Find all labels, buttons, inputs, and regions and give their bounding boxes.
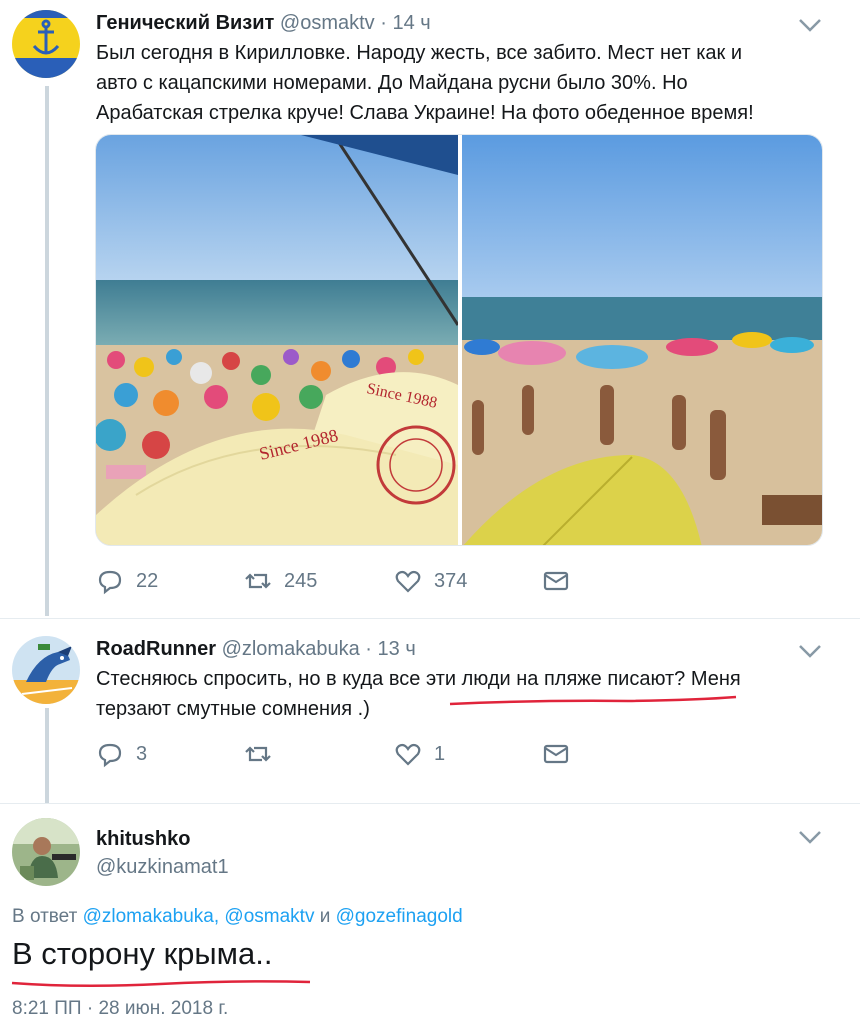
tweet2-time[interactable]: 13 ч [378, 638, 416, 660]
tweet1-retweet-count: 245 [284, 569, 318, 592]
retweet-button[interactable]: 245 [244, 565, 317, 597]
tweet1-author-name[interactable]: Генический Визит [96, 12, 274, 34]
tweet3-name-block: khitushko [96, 828, 190, 851]
red-underline-annotation [449, 695, 737, 706]
tweet1-handle[interactable]: @osmaktv [280, 12, 375, 34]
reply-mention-1[interactable]: @zlomakabuka, [83, 906, 220, 927]
chevron-down-icon[interactable] [798, 644, 822, 658]
dm-button[interactable] [542, 738, 570, 770]
tweet3-author-name[interactable]: khitushko [96, 828, 190, 850]
reply-button[interactable]: 3 [96, 738, 147, 770]
envelope-icon [543, 744, 569, 764]
beach-photo-right[interactable] [462, 135, 823, 546]
heart-icon [395, 743, 421, 766]
like-button[interactable]: 1 [394, 738, 445, 770]
red-underline-annotation [11, 980, 311, 988]
tweet2-author-name[interactable]: RoadRunner [96, 638, 216, 660]
retweet-icon [245, 746, 271, 762]
tweet2-line1: Стесняюсь спросить, но в куда все эти лю… [96, 668, 741, 690]
dm-button[interactable] [542, 565, 570, 597]
avatar-roadrunner[interactable] [12, 636, 80, 704]
tweet3-handle[interactable]: @kuzkinamat1 [96, 856, 229, 879]
tweet1-media[interactable]: Since 1988 Since 1988 [95, 134, 823, 546]
chevron-down-icon[interactable] [798, 830, 822, 844]
reply-context: В ответ @zlomakabuka, @osmaktv и @gozefi… [12, 906, 463, 928]
thread-connector [45, 86, 49, 616]
tweet1-header: Генический Визит @osmaktv · 14 ч [96, 12, 431, 35]
tweet1-dot: · [380, 12, 387, 34]
tweet2-header: RoadRunner @zlomakabuka · 13 ч [96, 638, 416, 661]
tweet3-text: В сторону крыма.. [12, 936, 273, 971]
reply-mention-2[interactable]: @osmaktv [224, 906, 314, 927]
thread-connector [45, 708, 49, 804]
avatar-khitushko[interactable] [12, 818, 80, 886]
retweet-icon [245, 573, 271, 589]
tweet1-time[interactable]: 14 ч [392, 12, 430, 34]
tweet2-like-count: 1 [434, 742, 446, 765]
tweet1-text: Был сегодня в Кирилловке. Народу жесть, … [96, 38, 754, 128]
beach-photo-left[interactable]: Since 1988 Since 1988 [96, 135, 458, 546]
tweet1-line2: авто с кацапскими номерами. До Майдана р… [96, 72, 688, 94]
chevron-down-icon[interactable] [798, 18, 822, 32]
avatar-genicheskiy[interactable] [12, 10, 80, 78]
tweet2-dot: · [365, 638, 372, 660]
retweet-button[interactable] [244, 738, 284, 770]
tweet1-reply-count: 22 [136, 569, 159, 592]
tweet1-actions: 22 245 374 [96, 565, 576, 597]
reply-and: и [319, 906, 331, 927]
reply-prefix: В ответ [12, 906, 78, 927]
tweet2-reply-count: 3 [136, 742, 148, 765]
twitter-thread: Генический Визит @osmaktv · 14 ч Был сег… [0, 0, 860, 1024]
divider [0, 618, 860, 619]
tweet2-handle[interactable]: @zlomakabuka [222, 638, 360, 660]
reply-mention-3[interactable]: @gozefinagold [336, 906, 463, 927]
reply-icon [98, 570, 122, 595]
reply-button[interactable]: 22 [96, 565, 158, 597]
heart-icon [395, 570, 421, 593]
envelope-icon [543, 571, 569, 591]
divider [0, 803, 860, 804]
reply-icon [98, 743, 122, 768]
tweet1-line3: Арабатская стрелка круче! Слава Украине!… [96, 102, 754, 124]
tweet1-line1: Был сегодня в Кирилловке. Народу жесть, … [96, 42, 743, 64]
tweet2-actions: 3 1 [96, 738, 576, 770]
like-button[interactable]: 374 [394, 565, 467, 597]
tweet1-like-count: 374 [434, 569, 468, 592]
tweet3-timestamp[interactable]: 8:21 ПП · 28 июн. 2018 г. [12, 998, 228, 1020]
